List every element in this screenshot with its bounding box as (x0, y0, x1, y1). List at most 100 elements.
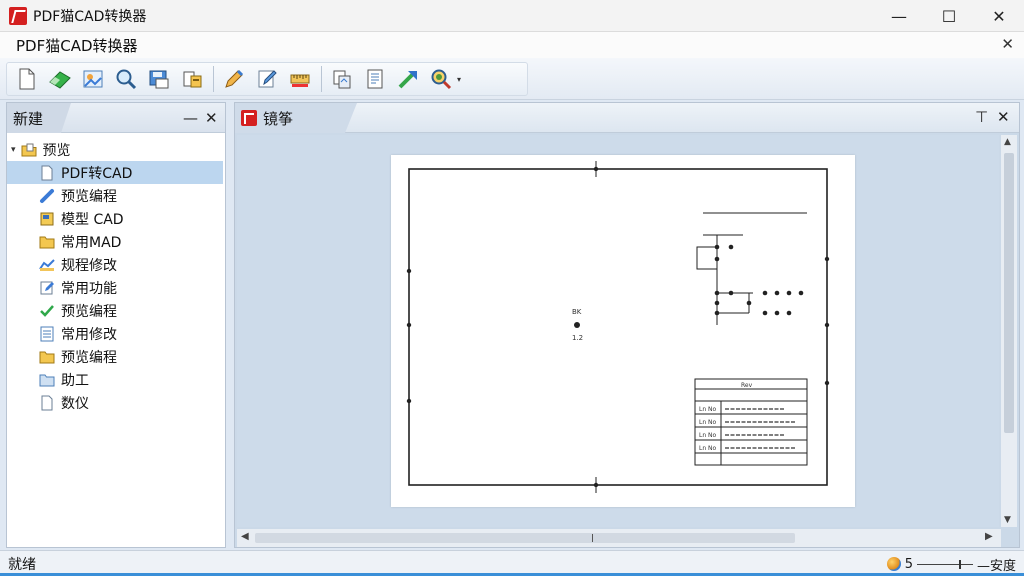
scroll-grip (592, 534, 593, 542)
list-icon (39, 326, 55, 342)
save-icon[interactable] (145, 65, 173, 93)
drawing-sheet: BK 1.2 Rev Ln No Ln No Ln No Ln No (391, 155, 855, 507)
document-panel-header: 镜筝 ⊤ ✕ (235, 103, 1019, 133)
document-list-icon[interactable] (361, 65, 389, 93)
document-yellow-icon (39, 211, 55, 227)
arrow-diagonal-icon[interactable] (394, 65, 422, 93)
globe-icon (886, 557, 901, 571)
toolbar-dropdown-icon[interactable]: ▾ (457, 75, 461, 84)
scroll-right-icon[interactable]: ▶ (985, 531, 993, 542)
tree-item[interactable]: PDF转CAD (7, 161, 223, 184)
tree-item[interactable]: 预览编程 (7, 299, 225, 322)
zoom-label: —安度 (976, 558, 1016, 574)
zoom-slider[interactable] (916, 559, 973, 569)
vertical-scrollbar[interactable]: ▲ ▼ (1001, 135, 1017, 527)
print-icon[interactable] (178, 65, 206, 93)
panel-minimize-button[interactable]: — (183, 109, 198, 127)
ruler-icon[interactable] (286, 65, 314, 93)
cad-drawing: BK 1.2 Rev Ln NoLn NoLn NoLn No (406, 161, 830, 493)
title-bar: PDF猫CAD转换器 — ☐ ✕ (0, 0, 1024, 32)
scroll-left-icon[interactable]: ◀ (241, 531, 249, 542)
toolbar-group: ▾ (6, 62, 528, 96)
menu-bar: PDF猫CAD转换器 ✕ (0, 32, 1024, 58)
drawing-canvas[interactable]: BK 1.2 Rev Ln No Ln No Ln No Ln No (237, 135, 999, 527)
tab-new[interactable]: 新建 (7, 103, 71, 133)
tree-item-label: 预览编程 (61, 349, 117, 366)
tree-item-label: 助工 (61, 372, 89, 389)
tree-item-label: 常用功能 (61, 280, 117, 297)
file-outline-icon (39, 395, 55, 411)
tree-item-label: 预览编程 (61, 188, 117, 205)
title-block-row-label: Ln No (699, 419, 717, 426)
tree-item-label: 数仪 (61, 395, 89, 412)
title-block-row-label: Ln No (699, 432, 717, 439)
scroll-up-icon[interactable]: ▲ (1004, 137, 1011, 147)
panel-close-button[interactable]: ✕ (205, 109, 218, 127)
zoom-slider-knob[interactable] (958, 559, 961, 569)
tree-item-label: 常用修改 (61, 326, 117, 343)
tree-item-label: PDF转CAD (61, 165, 133, 182)
maximize-button[interactable]: ☐ (924, 0, 974, 32)
pen-tool-icon[interactable] (220, 65, 248, 93)
window-controls: — ☐ ✕ (874, 0, 1024, 32)
layers-icon[interactable] (328, 65, 356, 93)
tree-item[interactable]: 数仪 (7, 391, 225, 414)
tree-root-label: 预览 (42, 143, 71, 159)
tree-item[interactable]: 常用修改 (7, 322, 225, 345)
tree-item[interactable]: 常用MAD (7, 230, 225, 253)
tree-item-label: 预览编程 (61, 303, 117, 320)
edit-icon (39, 280, 55, 296)
document-tab-label: 镜筝 (263, 109, 294, 128)
link-icon (39, 188, 55, 204)
app-heading: PDF猫CAD转换器 (16, 36, 138, 55)
vertical-scroll-thumb[interactable] (1004, 153, 1014, 433)
search-zoom-icon[interactable] (427, 65, 455, 93)
tree-item-label: 常用MAD (61, 234, 122, 251)
check-icon (39, 303, 55, 319)
window-title: PDF猫CAD转换器 (33, 8, 147, 25)
pdf-file-icon (241, 110, 257, 126)
status-text: 就绪 (8, 556, 36, 573)
tree-root[interactable]: ▾ 预览 (7, 139, 225, 161)
tree-item-label: 模型 CAD (61, 211, 124, 228)
title-block-row-label: Ln No (699, 406, 717, 413)
toolbar-separator (213, 66, 214, 92)
title-block-header: Rev (741, 382, 753, 389)
project-panel: 新建 — ✕ ▾ 预览 PDF转CAD 预览编程 模型 CAD 常用MAD 规程修改 常用… (6, 102, 226, 548)
title-block-row-label: Ln No (699, 445, 717, 452)
folder-open-icon (39, 372, 55, 388)
minimize-button[interactable]: — (874, 0, 924, 32)
new-file-icon[interactable] (13, 65, 41, 93)
center-label-bottom: 1.2 (572, 334, 583, 342)
app-logo-icon (9, 6, 27, 25)
close-button[interactable]: ✕ (974, 0, 1024, 32)
eraser-icon[interactable] (46, 65, 74, 93)
edit-pen-icon[interactable] (253, 65, 281, 93)
folder-icon (39, 234, 55, 250)
tree-item[interactable]: 预览编程 (7, 184, 225, 207)
horizontal-scroll-thumb[interactable] (255, 533, 795, 543)
pin-icon[interactable]: ⊤ (975, 108, 988, 126)
tab-document[interactable]: 镜筝 (235, 103, 357, 133)
document-close-button[interactable]: ✕ (997, 108, 1010, 126)
chevron-down-icon[interactable]: ▾ (11, 145, 16, 155)
toolbar-separator (321, 66, 322, 92)
menu-close-button[interactable]: ✕ (1001, 35, 1014, 53)
zoom-value: 5 (904, 556, 913, 572)
image-convert-icon[interactable] (79, 65, 107, 93)
tree-item[interactable]: 助工 (7, 368, 225, 391)
folder-icon (39, 349, 55, 365)
graph-icon (39, 257, 55, 273)
tree-item[interactable]: 模型 CAD (7, 207, 225, 230)
scroll-down-icon[interactable]: ▼ (1004, 515, 1011, 525)
tree-item[interactable]: 预览编程 (7, 345, 225, 368)
project-panel-header: 新建 — ✕ (7, 103, 225, 133)
project-tree: ▾ 预览 PDF转CAD 预览编程 模型 CAD 常用MAD 规程修改 常用功能 预览编程常… (7, 133, 225, 414)
file-outline-icon (39, 165, 55, 181)
folder-open-icon (21, 142, 37, 158)
tree-item[interactable]: 常用功能 (7, 276, 225, 299)
tree-item[interactable]: 规程修改 (7, 253, 225, 276)
zoom-control: 5 —安度 (886, 554, 1016, 574)
horizontal-scrollbar[interactable]: ◀ ▶ (237, 529, 1001, 547)
zoom-icon[interactable] (112, 65, 140, 93)
